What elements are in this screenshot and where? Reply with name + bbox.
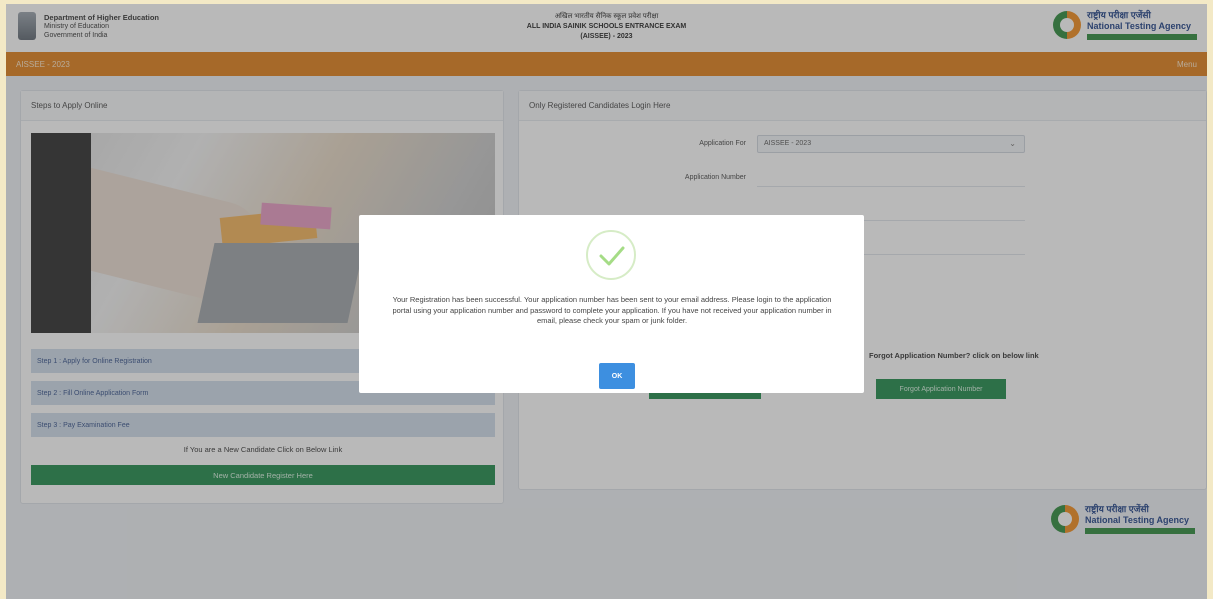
success-dialog: Your Registration has been successful. Y… bbox=[359, 215, 864, 393]
success-message: Your Registration has been successful. Y… bbox=[392, 295, 832, 325]
page-frame: Department of Higher Education Ministry … bbox=[6, 4, 1207, 599]
ok-button[interactable]: OK bbox=[599, 363, 635, 389]
success-check-icon bbox=[586, 230, 636, 280]
